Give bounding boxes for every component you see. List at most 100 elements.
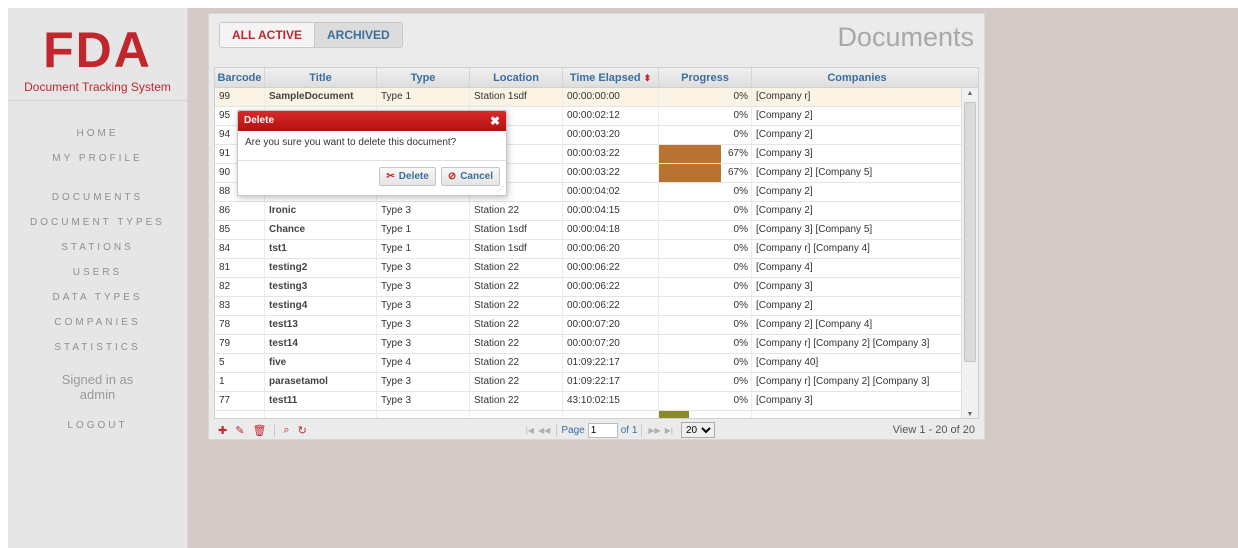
table-row[interactable]: 77 test11 Type 3 Station 22 43:10:02:15 0% [Co… xyxy=(215,392,978,411)
table-row[interactable]: 81 testing2 Type 3 Station 22 00:00:06:22 0% [… xyxy=(215,259,978,278)
table-row[interactable]: 78 test13 Type 3 Station 22 00:00:07:20 0% [Co… xyxy=(215,316,978,335)
search-icon[interactable]: ⌕ xyxy=(283,424,289,437)
page-size-select[interactable]: 20 xyxy=(680,422,715,438)
col-time-elapsed[interactable]: Time Elapsed ⬍ xyxy=(563,68,659,87)
nav-companies[interactable]: COMPANIES xyxy=(8,310,187,335)
nav-logout[interactable]: LOGOUT xyxy=(8,420,187,431)
cell-time: 00:00:07:20 xyxy=(563,316,659,334)
page-of-label: of 1 xyxy=(620,424,638,436)
cell-progress: 67% xyxy=(659,145,752,163)
cell-progress: 0% xyxy=(659,335,752,353)
edit-icon[interactable]: ✎ xyxy=(235,424,244,437)
signed-in-info: Signed in as admin xyxy=(8,372,187,402)
cell-location: Station 22 xyxy=(470,278,563,296)
cell-progress: 0% xyxy=(659,373,752,391)
last-page-icon[interactable]: ▶| xyxy=(665,426,673,435)
next-page-icon[interactable]: ▶▶ xyxy=(648,426,660,435)
progress-label: 0% xyxy=(733,376,748,387)
cell-companies: [Company 2] xyxy=(756,186,813,197)
table-row[interactable]: 84 tst1 Type 1 Station 1sdf 00:00:06:20 0% [Co… xyxy=(215,240,978,259)
table-row[interactable]: 99 SampleDocument Type 1 Station 1sdf 00:00:… xyxy=(215,88,978,107)
cell-progress: 0% xyxy=(659,354,752,372)
nav-stations[interactable]: STATIONS xyxy=(8,235,187,260)
table-row[interactable]: 79 test14 Type 3 Station 22 00:00:07:20 0% [Co… xyxy=(215,335,978,354)
table-row[interactable]: 86 Ironic Type 3 Station 22 00:00:04:15 0% [Co… xyxy=(215,202,978,221)
progress-label: 0% xyxy=(733,91,748,102)
add-icon[interactable]: ✚ xyxy=(218,424,227,437)
table-row[interactable]: 85 Chance Type 1 Station 1sdf 00:00:04:18 0% [… xyxy=(215,221,978,240)
progress-label: 0% xyxy=(733,243,748,254)
cell-time: 00:00:04:15 xyxy=(563,202,659,220)
cell-barcode: 84 xyxy=(215,240,265,258)
table-row[interactable]: 82 testing3 Type 3 Station 22 00:00:06:22 0% [… xyxy=(215,278,978,297)
close-icon[interactable]: ✖ xyxy=(490,111,500,131)
cell-location: Station 22 xyxy=(470,316,563,334)
cell-time: 00:00:04:02 xyxy=(563,183,659,201)
grid-scrollbar[interactable]: ▲ ▼ xyxy=(961,88,978,418)
cell-companies: [Company 2] xyxy=(756,129,813,140)
cell-progress: 0% xyxy=(659,107,752,125)
cell-barcode: 83 xyxy=(215,297,265,315)
nav-my-profile[interactable]: MY PROFILE xyxy=(8,146,187,171)
delete-button-label: Delete xyxy=(398,171,429,182)
scroll-down-icon[interactable]: ▼ xyxy=(962,411,978,418)
col-type[interactable]: Type xyxy=(377,68,470,87)
trash-icon[interactable]: 🗑 xyxy=(252,424,266,437)
progress-label: 0% xyxy=(733,300,748,311)
scroll-up-icon[interactable]: ▲ xyxy=(962,90,978,97)
nav-users[interactable]: USERS xyxy=(8,260,187,285)
cell-companies: [Company 2] xyxy=(756,205,813,216)
tab-all-active[interactable]: ALL ACTIVE xyxy=(220,23,315,47)
first-page-icon[interactable]: |◀ xyxy=(526,426,534,435)
col-progress[interactable]: Progress xyxy=(659,68,752,87)
col-companies[interactable]: Companies xyxy=(752,68,962,87)
cell-title xyxy=(265,411,377,418)
cell-progress: 0% xyxy=(659,392,752,410)
delete-button[interactable]: ✂ Delete xyxy=(379,167,436,186)
tab-archived[interactable]: ARCHIVED xyxy=(314,23,402,47)
dialog-title: Delete xyxy=(244,115,275,126)
cell-barcode: 77 xyxy=(215,392,265,410)
cell-type: Type 3 xyxy=(377,202,470,220)
cell-title: five xyxy=(265,354,377,372)
progress-label: 0% xyxy=(733,338,748,349)
prev-page-icon[interactable]: ◀◀ xyxy=(538,426,550,435)
cell-progress: 0% xyxy=(659,221,752,239)
cell-companies: [Company 2] xyxy=(756,110,813,121)
cell-time: 00:00:03:22 xyxy=(563,164,659,182)
table-row[interactable]: 1 parasetamol Type 3 Station 22 01:09:22:17 0… xyxy=(215,373,978,392)
cell-location: Station 1sdf xyxy=(470,88,563,106)
progress-label: 67% xyxy=(727,148,748,159)
nav-home[interactable]: HOME xyxy=(8,121,187,146)
page-input[interactable] xyxy=(587,422,618,438)
cancel-button[interactable]: ⊘ Cancel xyxy=(440,167,500,186)
table-row[interactable]: 83 testing4 Type 3 Station 22 00:00:06:22 0% [… xyxy=(215,297,978,316)
refresh-icon[interactable]: ↻ xyxy=(298,424,307,437)
scroll-thumb[interactable] xyxy=(964,102,976,362)
cell-companies xyxy=(752,411,962,418)
nav-documents[interactable]: DOCUMENTS xyxy=(8,185,187,210)
cell-location: Station 1sdf xyxy=(470,221,563,239)
cell-companies: [Company 4] xyxy=(756,262,813,273)
nav-statistics[interactable]: STATISTICS xyxy=(8,335,187,360)
pager-divider-2 xyxy=(641,423,643,437)
col-location[interactable]: Location xyxy=(470,68,563,87)
cell-type: Type 1 xyxy=(377,88,470,106)
nav-group-main: DOCUMENTS DOCUMENT TYPES STATIONS USERS … xyxy=(8,185,187,360)
col-barcode[interactable]: Barcode xyxy=(215,68,265,87)
cell-title: SampleDocument xyxy=(265,88,377,106)
pager-divider xyxy=(556,423,558,437)
nav-document-types[interactable]: DOCUMENT TYPES xyxy=(8,210,187,235)
table-row[interactable]: 5 five Type 4 Station 22 01:09:22:17 0% [Compa… xyxy=(215,354,978,373)
cell-time: 01:09:22:17 xyxy=(563,373,659,391)
resize-handle-icon[interactable]: ⋰ xyxy=(496,185,504,194)
table-row[interactable] xyxy=(215,411,978,418)
nav-data-types[interactable]: DATA TYPES xyxy=(8,285,187,310)
grid-pager: ✚ ✎ 🗑 ⌕ ↻ |◀ ◀◀ Page of 1 ▶▶ ▶| 20 View … xyxy=(214,419,979,441)
cell-location: Station 1sdf xyxy=(470,240,563,258)
sort-icon[interactable]: ⬍ xyxy=(644,73,652,83)
cell-type: Type 3 xyxy=(377,259,470,277)
col-title[interactable]: Title xyxy=(265,68,377,87)
cell-type: Type 3 xyxy=(377,278,470,296)
cell-progress: 0% xyxy=(659,88,752,106)
